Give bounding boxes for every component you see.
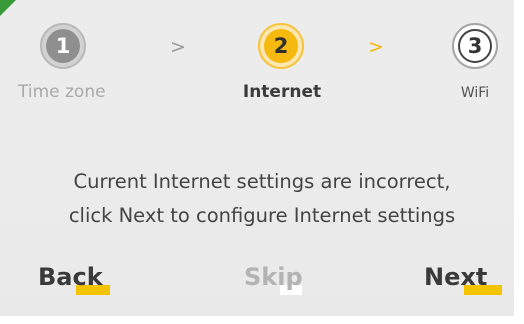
- skip-button-label: Skip: [244, 263, 303, 291]
- next-button-label: Next: [424, 263, 488, 291]
- step-number: 3: [458, 29, 492, 63]
- next-button[interactable]: Next: [424, 262, 502, 295]
- status-message-line-2: click Next to configure Internet setting…: [68, 204, 456, 227]
- step-indicator-time-zone: 1: [40, 23, 86, 69]
- step-indicator-internet: 2: [258, 23, 304, 69]
- setup-wizard-panel: 1 > 2 > 3 Time zone Internet WiFi Curren…: [0, 0, 514, 316]
- chevron-right-icon: >: [170, 36, 186, 58]
- back-button-label: Back: [38, 263, 103, 291]
- step-label-wifi: WiFi: [460, 85, 490, 101]
- skip-button[interactable]: Skip: [244, 262, 303, 295]
- step-number: 1: [46, 29, 80, 63]
- chevron-right-icon: >: [368, 36, 384, 58]
- status-message-line-1: Current Internet settings are incorrect,: [73, 170, 451, 193]
- step-label-internet: Internet: [242, 82, 322, 102]
- step-label-time-zone: Time zone: [18, 82, 106, 102]
- back-button[interactable]: Back: [38, 262, 110, 295]
- step-number: 2: [264, 29, 298, 63]
- step-indicator-wifi: 3: [452, 23, 498, 69]
- corner-marker: [0, 0, 16, 16]
